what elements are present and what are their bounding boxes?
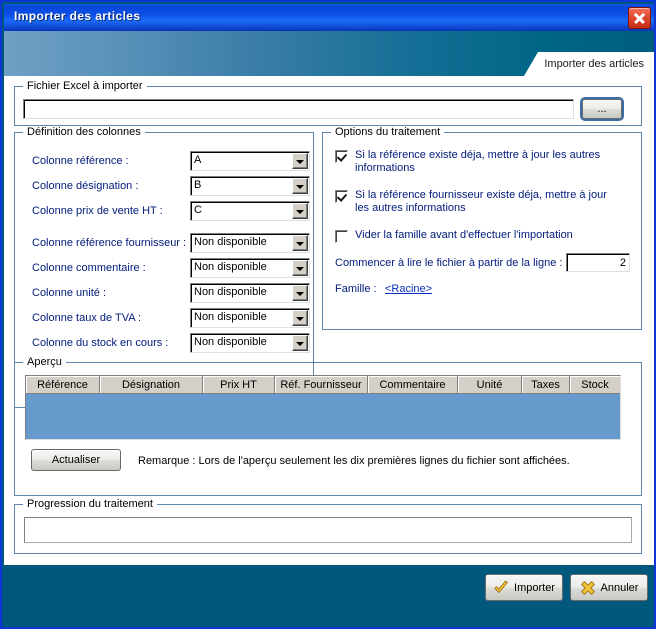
chevron-down-icon[interactable]	[292, 260, 308, 276]
import-button-label: Importer	[514, 582, 555, 594]
combo-colonne-stock-en-cours-value: Non disponible	[194, 336, 289, 348]
checkbox-icon[interactable]	[335, 190, 348, 203]
import-articles-dialog: Importer des articles Importer des artic…	[0, 0, 656, 629]
family-link[interactable]: <Racine>	[385, 283, 432, 295]
checkbox-icon[interactable]	[335, 230, 348, 243]
browse-button-label: ...	[597, 103, 606, 115]
tab-importer-des-articles[interactable]: Importer des articles	[538, 52, 656, 76]
preview-group-legend: Aperçu	[23, 356, 66, 368]
title-bar: Importer des articles	[4, 4, 656, 31]
dialog-body: Fichier Excel à importer ... Définition …	[4, 76, 656, 565]
chevron-down-icon[interactable]	[292, 178, 308, 194]
column-header-stock[interactable]: Stock	[570, 376, 620, 394]
column-header-prix-ht[interactable]: Prix HT	[203, 376, 275, 394]
chevron-down-icon[interactable]	[292, 203, 308, 219]
preview-group: Aperçu Référence Désignation Prix HT Réf…	[14, 362, 642, 496]
checkbox-clear-family-before-import-label: Vider la famille avant d'effectuer l'imp…	[355, 229, 573, 242]
label-colonne-taux-tva: Colonne taux de TVA :	[32, 312, 141, 324]
checkbox-update-on-existing-supplier-reference-label: Si la référence fournisseur existe déja,…	[355, 189, 623, 215]
progress-output	[24, 517, 632, 543]
progress-group-legend: Progression du traitement	[23, 498, 157, 510]
combo-colonne-taux-tva-value: Non disponible	[194, 311, 289, 323]
combo-colonne-unite-value: Non disponible	[194, 286, 289, 298]
refresh-button[interactable]: Actualiser	[31, 449, 121, 471]
file-path-input[interactable]	[23, 99, 574, 119]
combo-colonne-reference-fournisseur-value: Non disponible	[194, 236, 289, 248]
column-header-taxes[interactable]: Taxes	[522, 376, 570, 394]
refresh-button-label: Actualiser	[52, 454, 100, 466]
import-button[interactable]: Importer	[485, 574, 563, 601]
preview-table-header-row: Référence Désignation Prix HT Réf. Fourn…	[26, 376, 620, 394]
chevron-down-icon[interactable]	[292, 335, 308, 351]
column-header-unite[interactable]: Unité	[458, 376, 522, 394]
chevron-down-icon[interactable]	[292, 285, 308, 301]
family-label: Famille :	[335, 283, 377, 295]
combo-colonne-commentaire-value: Non disponible	[194, 261, 289, 273]
options-group: Options du traitement Si la référence ex…	[322, 132, 642, 330]
progress-group: Progression du traitement	[14, 504, 642, 554]
cancel-button[interactable]: Annuler	[570, 574, 648, 601]
cancel-button-label: Annuler	[601, 582, 639, 594]
browse-button[interactable]: ...	[582, 99, 622, 119]
combo-colonne-designation[interactable]: B	[190, 176, 310, 196]
combo-colonne-unite[interactable]: Non disponible	[190, 283, 310, 303]
checkbox-update-on-existing-supplier-reference[interactable]: Si la référence fournisseur existe déja,…	[335, 189, 623, 215]
checkbox-clear-family-before-import[interactable]: Vider la famille avant d'effectuer l'imp…	[335, 229, 630, 243]
combo-colonne-designation-value: B	[194, 179, 289, 191]
chevron-down-icon[interactable]	[292, 235, 308, 251]
column-header-designation[interactable]: Désignation	[100, 376, 203, 394]
combo-colonne-taux-tva[interactable]: Non disponible	[190, 308, 310, 328]
chevron-down-icon[interactable]	[292, 310, 308, 326]
header-band: Importer des articles	[4, 31, 656, 76]
file-group: Fichier Excel à importer ...	[14, 86, 642, 126]
preview-note: Remarque : Lors de l'aperçu seulement le…	[138, 455, 570, 467]
preview-table[interactable]: Référence Désignation Prix HT Réf. Fourn…	[25, 375, 621, 440]
combo-colonne-prix-vente-ht[interactable]: C	[190, 201, 310, 221]
combo-colonne-prix-vente-ht-value: C	[194, 204, 289, 216]
start-line-label: Commencer à lire le fichier à partir de …	[335, 257, 562, 269]
start-line-input[interactable]	[566, 253, 630, 272]
combo-colonne-stock-en-cours[interactable]: Non disponible	[190, 333, 310, 353]
label-colonne-stock-en-cours: Colonne du stock en cours :	[32, 337, 168, 349]
cross-icon	[580, 580, 596, 596]
columns-group-legend: Définition des colonnes	[23, 126, 145, 138]
combo-colonne-reference-value: A	[194, 154, 289, 166]
combo-colonne-reference[interactable]: A	[190, 151, 310, 171]
chevron-down-icon[interactable]	[292, 153, 308, 169]
checkbox-update-on-existing-reference[interactable]: Si la référence existe déja, mettre à jo…	[335, 149, 623, 175]
checkbox-update-on-existing-reference-label: Si la référence existe déja, mettre à jo…	[355, 149, 623, 175]
checkbox-icon[interactable]	[335, 150, 348, 163]
label-colonne-commentaire: Colonne commentaire :	[32, 262, 146, 274]
close-icon[interactable]	[628, 7, 651, 29]
column-header-commentaire[interactable]: Commentaire	[368, 376, 458, 394]
label-colonne-unite: Colonne unité :	[32, 287, 106, 299]
combo-colonne-reference-fournisseur[interactable]: Non disponible	[190, 233, 310, 253]
preview-table-body[interactable]	[26, 394, 620, 440]
label-colonne-reference-fournisseur: Colonne référence fournisseur :	[32, 237, 186, 249]
check-icon	[493, 580, 509, 596]
label-colonne-designation: Colonne désignation :	[32, 180, 138, 192]
tab-label: Importer des articles	[544, 58, 644, 70]
column-header-reference[interactable]: Référence	[26, 376, 100, 394]
label-colonne-prix-vente-ht: Colonne prix de vente HT :	[32, 205, 163, 217]
file-group-legend: Fichier Excel à importer	[23, 80, 147, 92]
combo-colonne-commentaire[interactable]: Non disponible	[190, 258, 310, 278]
column-header-ref-fournisseur[interactable]: Réf. Fournisseur	[275, 376, 368, 394]
dialog-footer: Importer Annuler	[4, 565, 656, 627]
label-colonne-reference: Colonne référence :	[32, 155, 129, 167]
options-group-legend: Options du traitement	[331, 126, 444, 138]
window-title: Importer des articles	[14, 9, 140, 23]
